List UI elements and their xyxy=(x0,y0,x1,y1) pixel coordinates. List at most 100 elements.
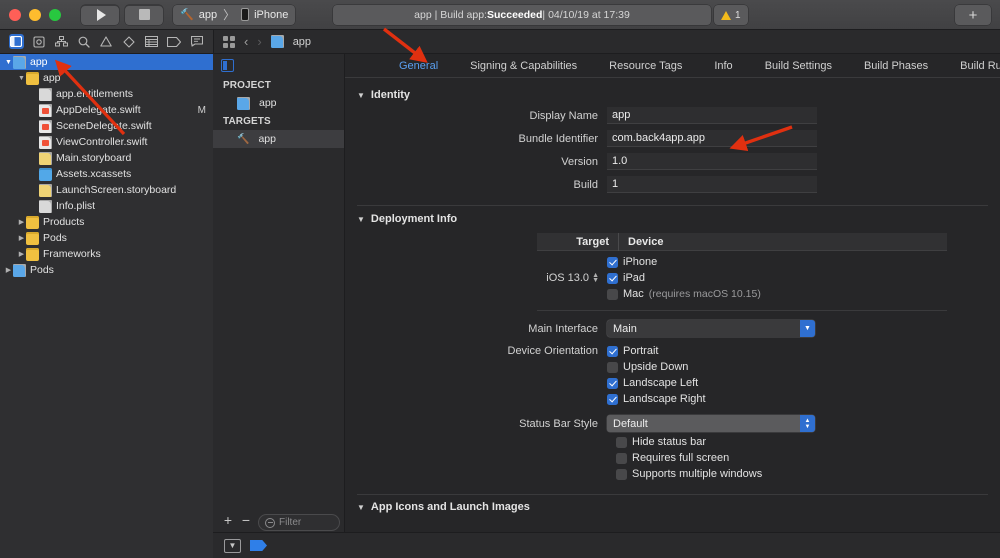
tab-signing-capabilities[interactable]: Signing & Capabilities xyxy=(454,60,593,72)
main-interface-select[interactable]: Main ▼ xyxy=(607,320,815,337)
navigator-row[interactable]: ▶ Products xyxy=(0,214,213,230)
extra-option-row[interactable]: Hide status bar xyxy=(616,436,1000,448)
remove-target-button[interactable]: − xyxy=(237,513,255,527)
filter-funnel-icon[interactable]: ▼ xyxy=(224,538,241,553)
navigator-row[interactable]: SceneDelegate.swift xyxy=(0,118,213,134)
checkbox-mac[interactable] xyxy=(607,288,618,300)
test-navigator-icon[interactable] xyxy=(122,34,137,49)
display-name-input[interactable]: app xyxy=(607,107,817,124)
main-interface-row: Main Interface Main ▼ xyxy=(345,320,1000,337)
tab-info[interactable]: Info xyxy=(698,60,748,72)
navigator-row[interactable]: ▶ Frameworks xyxy=(0,246,213,262)
orientation-row[interactable]: Landscape Right xyxy=(607,393,706,405)
tag-icon[interactable] xyxy=(250,540,267,551)
extra-option-row[interactable]: Requires full screen xyxy=(616,452,1000,464)
navigate-forward-button[interactable]: › xyxy=(257,34,261,49)
disclosure-triangle-icon: ▼ xyxy=(357,90,365,100)
editor-grid-icon[interactable] xyxy=(223,35,235,48)
device-row[interactable]: iPhone xyxy=(607,256,761,268)
toggle-project-list-icon[interactable] xyxy=(221,58,234,72)
project-navigator[interactable]: ▼ app ▼ app app.entitlements AppDelegate.swif… xyxy=(0,54,213,558)
navigator-row[interactable]: app.entitlements xyxy=(0,86,213,102)
xcode-window: 🔨 app 〉 iPhone app | Build app: Succeede… xyxy=(0,0,1000,558)
checkbox-portrait[interactable] xyxy=(607,345,618,357)
warning-badge[interactable]: 1 xyxy=(714,5,748,25)
source-control-navigator-icon[interactable] xyxy=(31,34,46,49)
disclosure-triangle-icon[interactable]: ▼ xyxy=(17,75,26,82)
navigator-row[interactable]: LaunchScreen.storyboard xyxy=(0,182,213,198)
filter-input[interactable]: Filter xyxy=(258,514,340,531)
symbol-navigator-icon[interactable] xyxy=(54,34,69,49)
main-interface-value: Main xyxy=(613,322,637,335)
navigator-row[interactable]: Info.plist xyxy=(0,198,213,214)
orientation-row[interactable]: Portrait xyxy=(607,345,706,357)
tab-resource-tags[interactable]: Resource Tags xyxy=(593,60,698,72)
checkbox-iphone[interactable] xyxy=(607,256,618,268)
version-input[interactable]: 1.0 xyxy=(607,153,817,170)
warning-triangle-icon xyxy=(721,10,731,20)
checkbox-upside-down[interactable] xyxy=(607,361,618,373)
device-row[interactable]: iPad xyxy=(607,272,761,284)
orientation-row[interactable]: Upside Down xyxy=(607,361,706,373)
navigator-row[interactable]: ViewController.swift xyxy=(0,134,213,150)
app-icons-section-header[interactable]: ▼ App Icons and Launch Images xyxy=(345,495,1000,513)
status-bar-style-label: Status Bar Style xyxy=(519,417,598,430)
disclosure-triangle-icon[interactable]: ▶ xyxy=(4,266,13,274)
issue-navigator-icon[interactable] xyxy=(99,34,114,49)
report-navigator-icon[interactable] xyxy=(189,34,204,49)
project-item-app[interactable]: app xyxy=(213,94,344,112)
close-window-button[interactable] xyxy=(9,8,21,21)
stop-button[interactable] xyxy=(125,4,163,25)
target-item-app[interactable]: 🔨 app xyxy=(213,130,344,148)
navigator-row[interactable]: ▶ Pods xyxy=(0,230,213,246)
column-header-device: Device xyxy=(618,232,663,251)
tab-general[interactable]: General xyxy=(383,60,454,72)
extra-option-row[interactable]: Supports multiple windows xyxy=(616,468,1000,480)
os-version-stepper[interactable]: iOS 13.0 ▲ ▼ xyxy=(345,272,607,284)
disclosure-triangle-icon[interactable]: ▶ xyxy=(17,234,26,242)
identity-section-header[interactable]: ▼ Identity xyxy=(345,78,1000,101)
tab-build-phases[interactable]: Build Phases xyxy=(848,60,944,72)
device-checkbox-list: iPhone iPad Mac (requires macOS 10.15) xyxy=(607,256,761,300)
disclosure-triangle-icon[interactable]: ▶ xyxy=(17,250,26,258)
add-target-button[interactable]: + xyxy=(219,513,237,527)
checkbox-hide-status-bar[interactable] xyxy=(616,436,627,448)
navigator-row-label: Pods xyxy=(30,264,54,276)
minimize-window-button[interactable] xyxy=(29,8,41,21)
device-row[interactable]: Mac (requires macOS 10.15) xyxy=(607,288,761,300)
add-editor-button[interactable]: + xyxy=(955,5,991,25)
identity-field-row: Display Name app xyxy=(345,107,1000,124)
navigator-row[interactable]: ▼ app xyxy=(0,54,213,70)
checkbox-supports-multiple-windows[interactable] xyxy=(616,468,627,480)
project-navigator-icon[interactable] xyxy=(8,34,24,49)
navigator-row[interactable]: ▶ Pods xyxy=(0,262,213,278)
find-navigator-icon[interactable] xyxy=(76,34,91,49)
checkbox-landscape-right[interactable] xyxy=(607,393,618,405)
disclosure-triangle-icon[interactable]: ▶ xyxy=(17,218,26,226)
checkbox-requires-full-screen[interactable] xyxy=(616,452,627,464)
targets-section-header: TARGETS xyxy=(223,116,271,127)
status-bar-style-select[interactable]: Default ▲ ▼ xyxy=(607,415,815,432)
navigate-back-button[interactable]: ‹ xyxy=(244,34,248,49)
deployment-section-header[interactable]: ▼ Deployment Info xyxy=(345,206,1000,225)
zoom-window-button[interactable] xyxy=(49,8,61,21)
orientation-row[interactable]: Landscape Left xyxy=(607,377,706,389)
run-button[interactable] xyxy=(81,4,119,25)
checkbox-landscape-left[interactable] xyxy=(607,377,618,389)
navigator-row[interactable]: ▼ app xyxy=(0,70,213,86)
tab-build-settings[interactable]: Build Settings xyxy=(749,60,848,72)
chevron-down-icon: ▼ xyxy=(800,320,815,337)
disclosure-triangle-icon[interactable]: ▼ xyxy=(4,59,13,66)
breakpoint-navigator-icon[interactable] xyxy=(167,34,182,49)
navigator-row[interactable]: Assets.xcassets xyxy=(0,166,213,182)
debug-navigator-icon[interactable] xyxy=(144,34,159,49)
tab-build-rules[interactable]: Build Rules xyxy=(944,60,1000,72)
checkbox-ipad[interactable] xyxy=(607,272,618,284)
navigator-row[interactable]: Main.storyboard xyxy=(0,150,213,166)
breadcrumb-item-app[interactable]: app xyxy=(270,35,311,48)
navigator-row[interactable]: AppDelegate.swift M xyxy=(0,102,213,118)
scheme-destination-selector[interactable]: 🔨 app 〉 iPhone xyxy=(173,4,296,25)
build-input[interactable]: 1 xyxy=(607,176,817,193)
device-orientation-row: Device Orientation Portrait Upside Down La… xyxy=(345,345,1000,405)
bundle-identifier-input[interactable]: com.back4app.app xyxy=(607,130,817,147)
